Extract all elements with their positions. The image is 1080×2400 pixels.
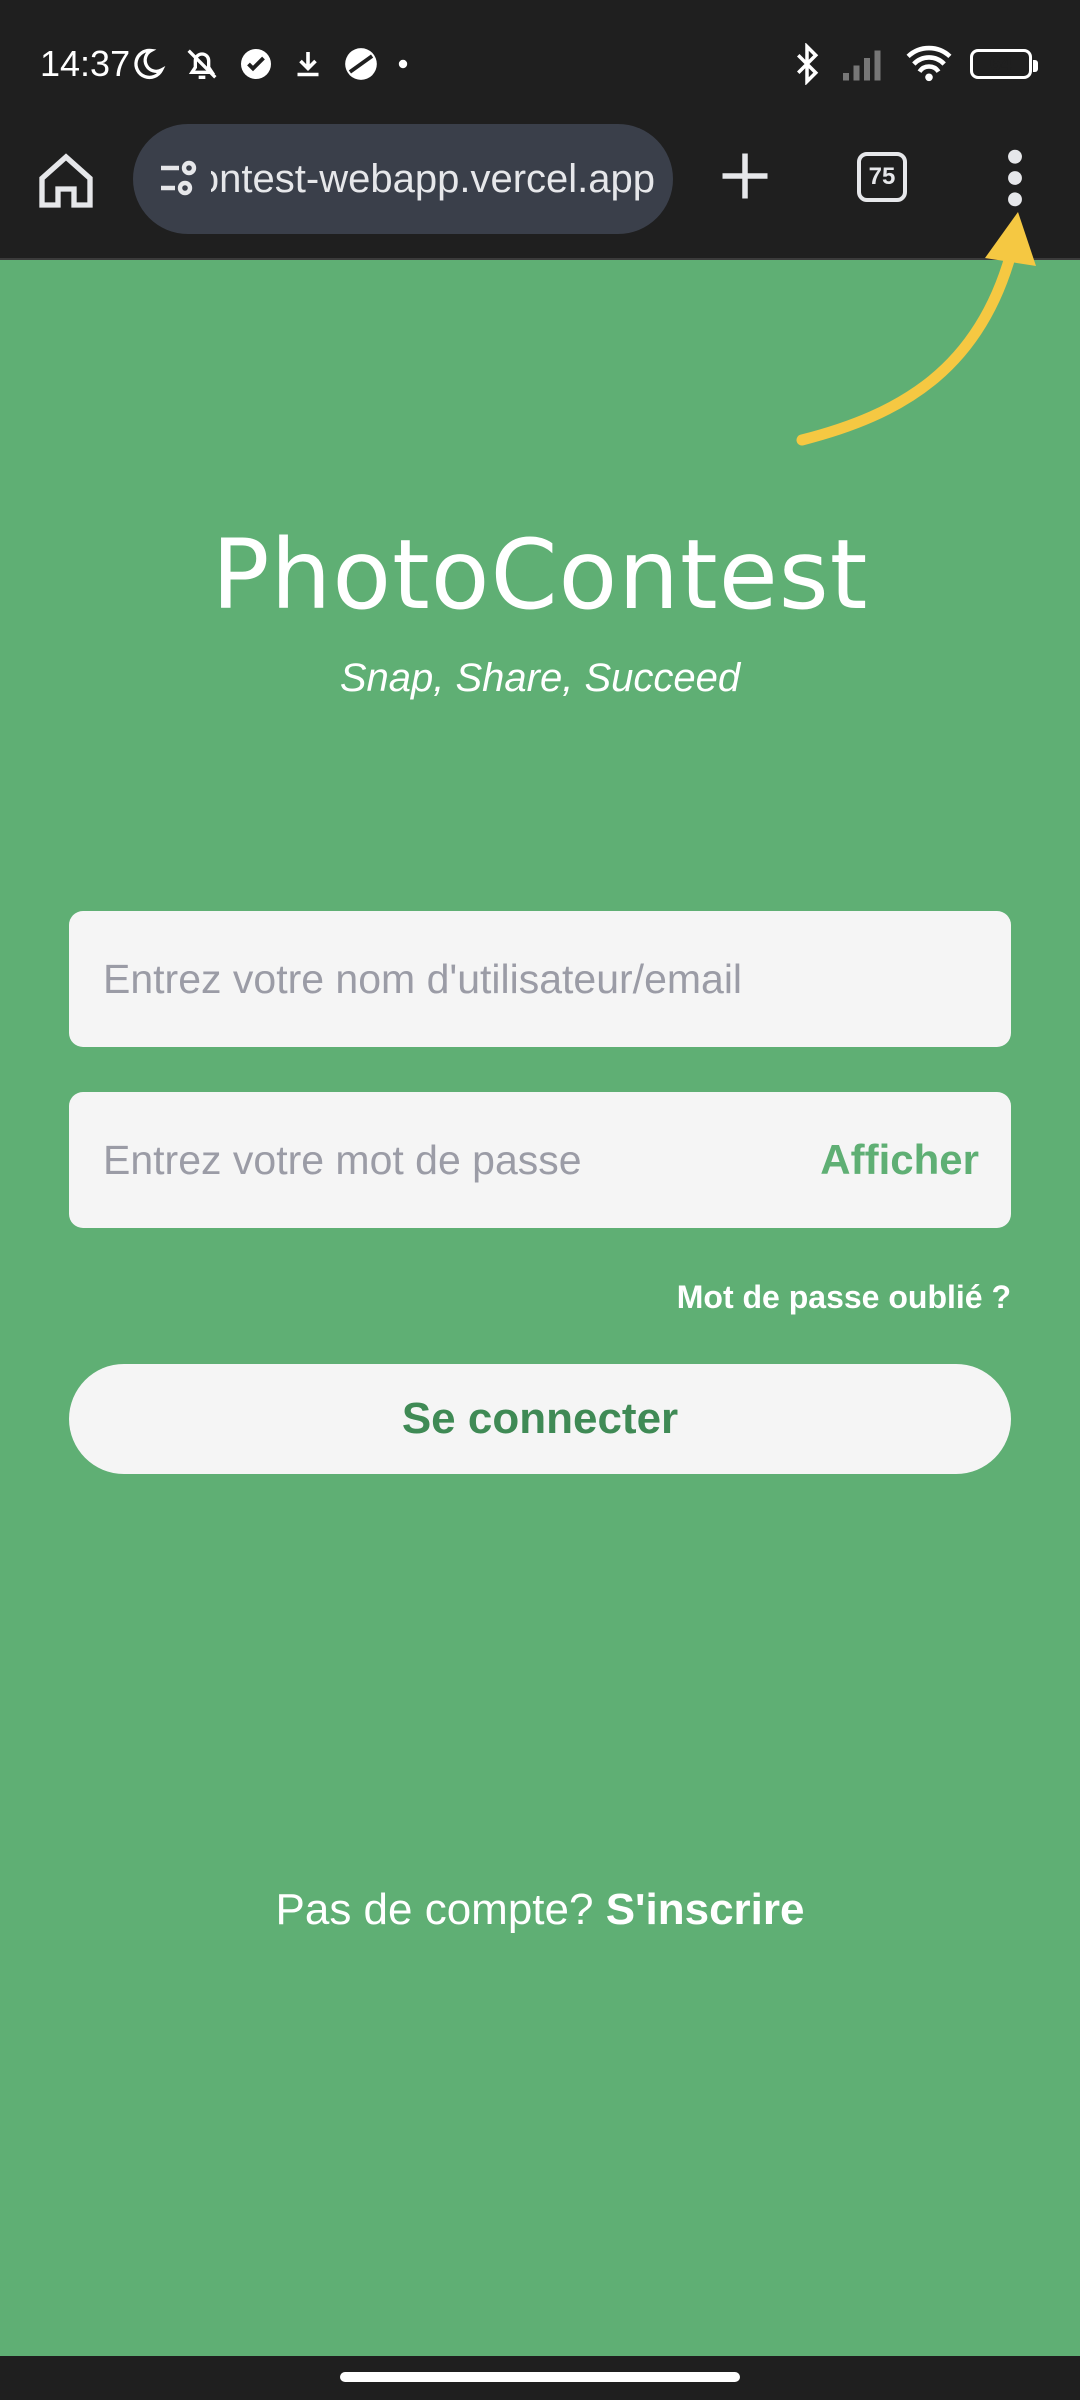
dot-icon <box>398 59 408 69</box>
login-button[interactable]: Se connecter <box>69 1364 1011 1474</box>
status-time: 14:37 <box>40 43 131 84</box>
username-input[interactable] <box>103 911 973 1047</box>
status-left-icons <box>130 40 410 88</box>
password-input[interactable] <box>103 1092 753 1228</box>
tab-switcher-button[interactable]: 75 <box>857 152 907 202</box>
battery-level: 64 <box>989 52 1013 75</box>
home-icon[interactable] <box>34 149 98 213</box>
password-field[interactable]: Afficher <box>69 1092 1011 1228</box>
show-password-toggle[interactable]: Afficher <box>820 1092 979 1228</box>
navigation-bar <box>0 2356 1080 2400</box>
signup-link[interactable]: S'inscrire <box>606 1885 805 1934</box>
signal-icon <box>843 50 881 81</box>
url-value: photocontest-webapp.vercel.app <box>211 157 655 201</box>
tab-count: 75 <box>868 163 896 190</box>
username-field[interactable] <box>69 911 1011 1047</box>
app-title: PhotoContest <box>211 519 869 631</box>
wifi-icon <box>906 45 952 82</box>
bluetooth-icon <box>797 43 819 85</box>
notifications-off-icon <box>187 49 217 79</box>
url-text[interactable]: photocontest-webapp.vercel.app <box>211 156 655 202</box>
forgot-password-link[interactable]: Mot de passe oublié ? <box>677 1274 1011 1320</box>
status-bar: 14:37 64 <box>0 0 1080 124</box>
moon-icon <box>134 48 166 80</box>
app-tagline: Snap, Share, Succeed <box>339 656 741 700</box>
gesture-handle[interactable] <box>340 2372 740 2382</box>
download-icon <box>297 52 319 77</box>
tune-icon[interactable] <box>155 154 203 202</box>
battery-icon: 64 <box>970 49 1038 79</box>
signup-prompt: Pas de compte? S'inscrire <box>0 1880 1080 1940</box>
annotation-arrow <box>796 212 1036 446</box>
no-account-text: Pas de compte? <box>275 1885 594 1934</box>
check-circle-icon <box>241 49 271 79</box>
sync-icon <box>345 48 377 80</box>
plus-icon[interactable] <box>715 146 775 206</box>
status-right-icons: 64 <box>792 40 1038 88</box>
address-bar[interactable]: photocontest-webapp.vercel.app <box>133 124 673 234</box>
